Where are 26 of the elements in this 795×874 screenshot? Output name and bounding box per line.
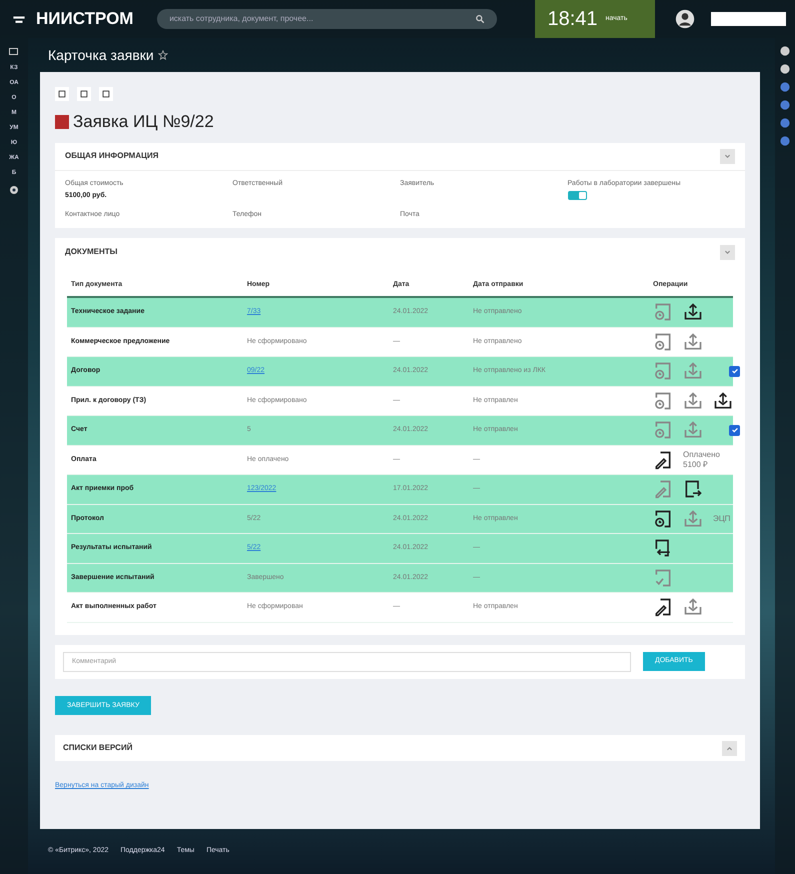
- logo: НИИСТРОМ: [36, 8, 134, 30]
- section-title: ДОКУМЕНТЫ: [65, 246, 118, 258]
- document-check-icon[interactable]: [653, 568, 673, 588]
- gear-icon[interactable]: [8, 184, 20, 196]
- user-avatar-icon[interactable]: [675, 9, 696, 29]
- chevron-down-icon[interactable]: [724, 248, 731, 256]
- operation-note: ЭЦП: [713, 514, 732, 524]
- search-icon[interactable]: [475, 14, 486, 24]
- document-pencil-icon[interactable]: [653, 450, 673, 470]
- chevron-down-icon[interactable]: [724, 152, 731, 160]
- document-export-icon[interactable]: [683, 479, 703, 500]
- search-input[interactable]: искать сотрудника, документ, прочее...: [169, 13, 450, 25]
- section-title: СПИСКИ ВЕРСИЙ: [63, 742, 132, 754]
- request-title: Заявка ИЦ №9/22: [73, 111, 214, 133]
- document-clock-icon[interactable]: [653, 508, 673, 529]
- time: 18:41: [547, 7, 598, 32]
- star-icon[interactable]: [158, 50, 168, 60]
- square-icon[interactable]: [55, 87, 69, 101]
- search-field[interactable]: искать сотрудника, документ, прочее...: [157, 9, 498, 29]
- toggle-switch[interactable]: [568, 191, 586, 200]
- page-title: Карточка заявки: [48, 46, 154, 65]
- upload-tray-icon[interactable]: [683, 302, 703, 322]
- upload-tray-icon[interactable]: [713, 390, 733, 411]
- document-pencil-icon[interactable]: [653, 597, 673, 618]
- section-title: ОБЩАЯ ИНФОРМАЦИЯ: [65, 150, 158, 162]
- chevron-up-icon[interactable]: [726, 744, 733, 752]
